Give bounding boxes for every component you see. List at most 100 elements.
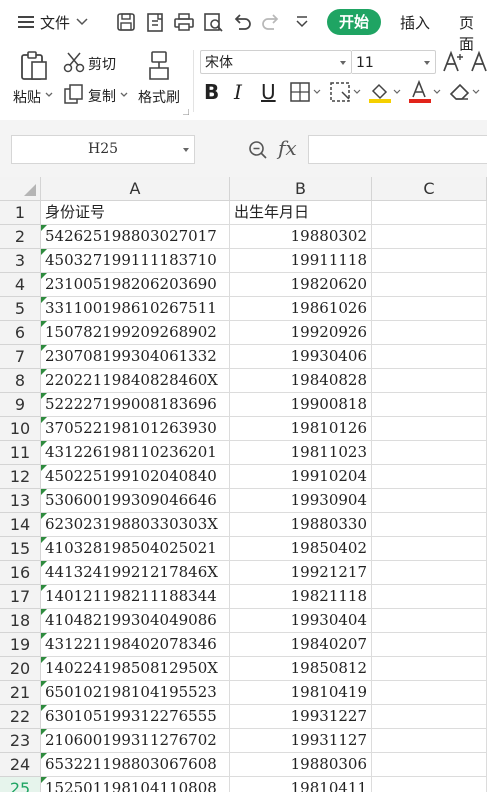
cell-a[interactable]: 22022119840828460X — [41, 369, 230, 393]
number-as-text-warning-icon[interactable] — [41, 273, 47, 279]
number-as-text-warning-icon[interactable] — [41, 297, 47, 303]
cell-c[interactable] — [372, 513, 487, 537]
row-header[interactable]: 14 — [0, 513, 41, 537]
number-as-text-warning-icon[interactable] — [41, 345, 47, 351]
number-as-text-warning-icon[interactable] — [41, 417, 47, 423]
number-as-text-warning-icon[interactable] — [41, 441, 47, 447]
row-header[interactable]: 21 — [0, 681, 41, 705]
cell-c[interactable] — [372, 225, 487, 249]
cell-c[interactable] — [372, 393, 487, 417]
row-header[interactable]: 11 — [0, 441, 41, 465]
cell-b[interactable]: 19810126 — [230, 417, 372, 441]
cell-c[interactable] — [372, 369, 487, 393]
cell-a[interactable]: 522227199008183696 — [41, 393, 230, 417]
cell-b[interactable]: 19931127 — [230, 729, 372, 753]
cell-c[interactable] — [372, 537, 487, 561]
row-header[interactable]: 25 — [0, 777, 41, 792]
number-as-text-warning-icon[interactable] — [41, 561, 47, 567]
cell-c[interactable] — [372, 465, 487, 489]
cell-b[interactable]: 19930406 — [230, 345, 372, 369]
cell-a[interactable]: 150782199209268902 — [41, 321, 230, 345]
cell-c[interactable] — [372, 633, 487, 657]
cell-b[interactable]: 19810411 — [230, 777, 372, 792]
cell-b[interactable]: 19921217 — [230, 561, 372, 585]
copy-button[interactable]: 复制 — [88, 86, 116, 106]
formula-input[interactable] — [308, 135, 487, 164]
cell-c[interactable] — [372, 249, 487, 273]
eraser-icon[interactable] — [448, 80, 482, 104]
cell-c[interactable] — [372, 273, 487, 297]
cell-a[interactable]: 431226198110236201 — [41, 441, 230, 465]
zoom-function-icon[interactable] — [248, 140, 268, 160]
number-as-text-warning-icon[interactable] — [41, 657, 47, 663]
paste-dropdown-icon[interactable] — [45, 92, 53, 98]
number-as-text-warning-icon[interactable] — [41, 609, 47, 615]
cell-c[interactable] — [372, 609, 487, 633]
column-header-b[interactable]: B — [230, 177, 372, 201]
number-as-text-warning-icon[interactable] — [41, 585, 47, 591]
number-as-text-warning-icon[interactable] — [41, 369, 47, 375]
cell-c[interactable] — [372, 441, 487, 465]
cell-c[interactable] — [372, 321, 487, 345]
select-all-corner[interactable] — [0, 177, 41, 201]
cell-a[interactable]: 230708199304061332 — [41, 345, 230, 369]
cell-b[interactable]: 19810419 — [230, 681, 372, 705]
cell-a[interactable]: 231005198206203690 — [41, 273, 230, 297]
row-header[interactable]: 1 — [0, 201, 41, 225]
number-as-text-warning-icon[interactable] — [41, 489, 47, 495]
number-as-text-warning-icon[interactable] — [41, 537, 47, 543]
number-as-text-warning-icon[interactable] — [41, 321, 47, 327]
cell-b[interactable]: 19880306 — [230, 753, 372, 777]
cell-a[interactable]: 630105199312276555 — [41, 705, 230, 729]
number-as-text-warning-icon[interactable] — [41, 225, 47, 231]
cell-a[interactable]: 410328198504025021 — [41, 537, 230, 561]
cell-b[interactable]: 19821118 — [230, 585, 372, 609]
cell-b[interactable]: 19930404 — [230, 609, 372, 633]
borders-icon[interactable] — [290, 82, 322, 102]
cell-c[interactable] — [372, 417, 487, 441]
row-header[interactable]: 7 — [0, 345, 41, 369]
number-as-text-warning-icon[interactable] — [41, 393, 47, 399]
cell-c[interactable] — [372, 777, 487, 792]
number-as-text-warning-icon[interactable] — [41, 681, 47, 687]
row-header[interactable]: 13 — [0, 489, 41, 513]
cell-a[interactable]: 身份证号 — [41, 201, 230, 225]
cell-b[interactable]: 19920926 — [230, 321, 372, 345]
bold-icon[interactable]: B — [204, 80, 219, 104]
row-header[interactable]: 4 — [0, 273, 41, 297]
column-header-a[interactable]: A — [41, 177, 230, 201]
row-header[interactable]: 18 — [0, 609, 41, 633]
cell-c[interactable] — [372, 729, 487, 753]
number-as-text-warning-icon[interactable] — [41, 705, 47, 711]
cell-b[interactable]: 19910204 — [230, 465, 372, 489]
row-header[interactable]: 20 — [0, 657, 41, 681]
cell-b[interactable]: 19850812 — [230, 657, 372, 681]
cell-c[interactable] — [372, 345, 487, 369]
cell-c[interactable] — [372, 753, 487, 777]
row-header[interactable]: 5 — [0, 297, 41, 321]
cell-c[interactable] — [372, 489, 487, 513]
cell-a[interactable]: 653221198803067608 — [41, 753, 230, 777]
italic-icon[interactable]: I — [234, 80, 242, 104]
clipboard-expand-icon[interactable] — [183, 109, 189, 115]
underline-icon[interactable]: U — [261, 80, 276, 104]
fill-pattern-icon[interactable] — [330, 82, 362, 102]
number-as-text-warning-icon[interactable] — [41, 465, 47, 471]
cell-b[interactable]: 19931227 — [230, 705, 372, 729]
number-as-text-warning-icon[interactable] — [41, 633, 47, 639]
column-header-c[interactable]: C — [372, 177, 487, 201]
cell-c[interactable] — [372, 297, 487, 321]
row-header[interactable]: 23 — [0, 729, 41, 753]
row-header[interactable]: 6 — [0, 321, 41, 345]
cell-b[interactable]: 19900818 — [230, 393, 372, 417]
cell-b[interactable]: 19930904 — [230, 489, 372, 513]
format-painter-button[interactable]: 格式刷 — [138, 87, 180, 107]
copy-dropdown-icon[interactable] — [120, 92, 128, 98]
cell-a[interactable]: 650102198104195523 — [41, 681, 230, 705]
cell-c[interactable] — [372, 201, 487, 225]
row-header[interactable]: 12 — [0, 465, 41, 489]
row-header[interactable]: 17 — [0, 585, 41, 609]
row-header[interactable]: 8 — [0, 369, 41, 393]
paste-icon[interactable] — [18, 50, 50, 82]
row-header[interactable]: 15 — [0, 537, 41, 561]
